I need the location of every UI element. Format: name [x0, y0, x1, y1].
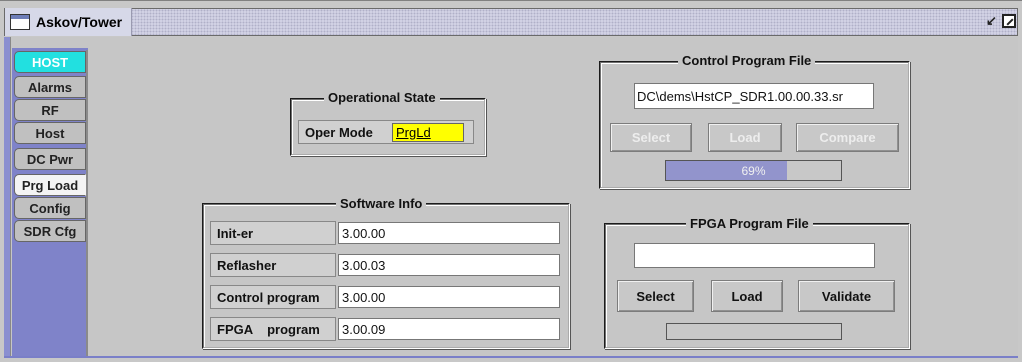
fpga-validate-button[interactable]: Validate — [798, 280, 895, 312]
tab-alarms[interactable]: Alarms — [14, 76, 86, 98]
tab-dc-pwr[interactable]: DC Pwr — [14, 148, 86, 170]
oper-mode-label: Oper Mode — [305, 124, 373, 140]
tab-rf[interactable]: RF — [14, 99, 86, 121]
reflasher-label: Reflasher — [210, 253, 336, 277]
fpga-program-label: FPGA program — [210, 317, 336, 341]
window-title: Askov/Tower — [36, 14, 123, 30]
window-icon — [10, 14, 30, 30]
control-program-progress-text: 69% — [741, 163, 766, 178]
window-bottom-edge — [4, 356, 1018, 358]
tab-host[interactable]: Host — [14, 122, 86, 144]
fpga-program-file-title: FPGA Program File — [686, 216, 813, 231]
control-load-button[interactable]: Load — [708, 123, 782, 152]
control-compare-button[interactable]: Compare — [796, 123, 899, 152]
init-er-value: 3.00.00 — [338, 222, 560, 244]
tab-sdr-cfg[interactable]: SDR Cfg — [14, 220, 86, 242]
fpga-load-button[interactable]: Load — [711, 280, 783, 312]
init-er-label: Init-er — [210, 221, 336, 245]
control-program-label: Control program — [210, 285, 336, 309]
control-program-file-title: Control Program File — [678, 53, 816, 68]
control-program-path-field[interactable]: DC\dems\HstCP_SDR1.00.00.33.sr — [634, 83, 874, 109]
oper-mode-value: PrgLd — [392, 123, 464, 142]
operational-state-title: Operational State — [324, 90, 440, 105]
fpga-program-progress-bar — [666, 323, 842, 340]
control-program-value: 3.00.00 — [338, 286, 560, 308]
tab-config[interactable]: Config — [14, 197, 86, 219]
fpga-program-path-field[interactable] — [634, 243, 875, 268]
title-bar[interactable] — [4, 8, 1018, 36]
control-select-button[interactable]: Select — [610, 123, 692, 152]
control-program-progress-bar: 69% — [665, 160, 842, 181]
tab-panel-edge — [86, 50, 88, 356]
restore-icon[interactable]: ↙ — [986, 14, 1000, 28]
tab-host-header[interactable]: HOST — [14, 51, 86, 73]
software-info-title: Software Info — [336, 196, 427, 211]
fpga-program-value: 3.00.09 — [338, 318, 560, 340]
fpga-select-button[interactable]: Select — [617, 280, 694, 312]
maximize-icon[interactable] — [1002, 14, 1016, 28]
reflasher-value: 3.00.03 — [338, 254, 560, 276]
tab-prg-load[interactable]: Prg Load — [14, 174, 86, 196]
